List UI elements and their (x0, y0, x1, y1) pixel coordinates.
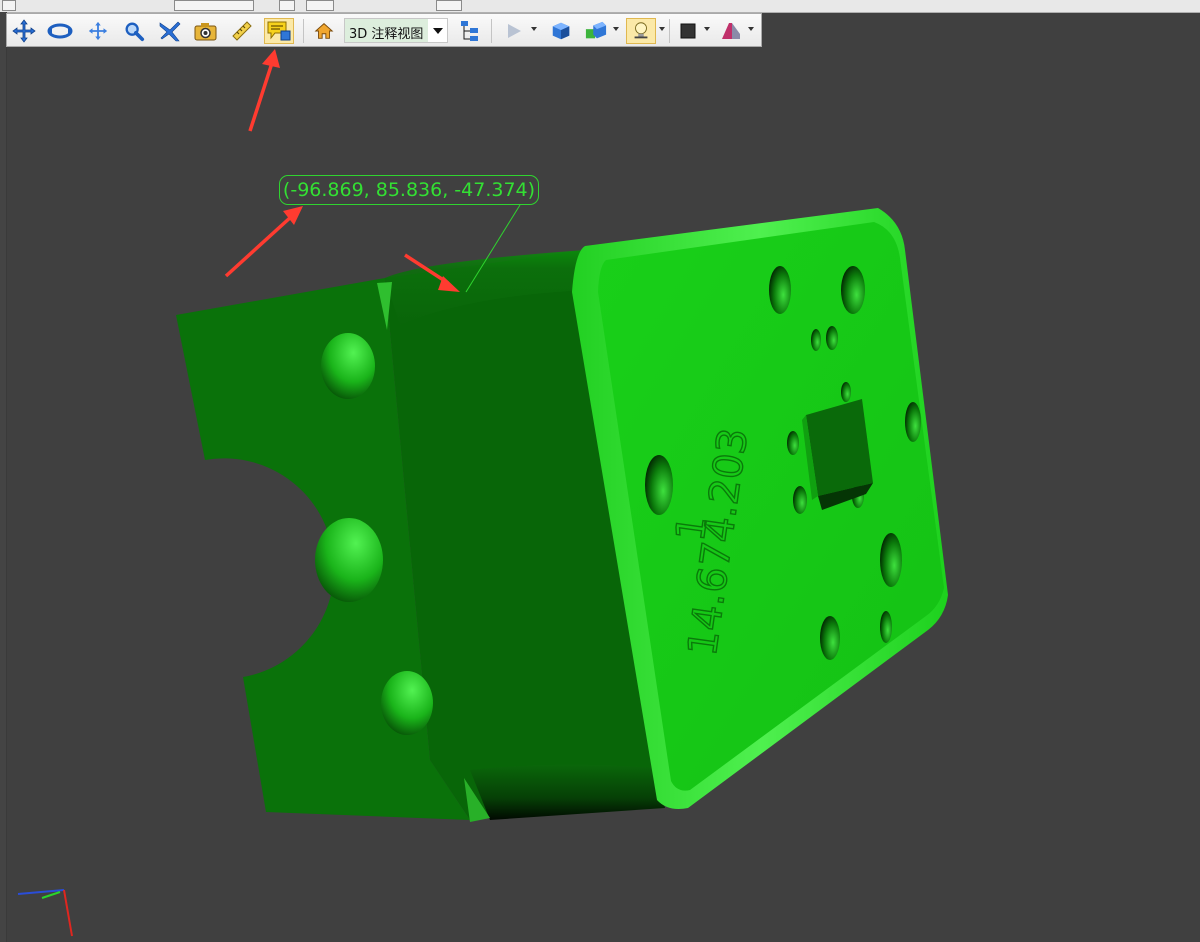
hole (811, 329, 821, 351)
hole (769, 266, 791, 314)
square-pocket (802, 399, 873, 510)
hole (787, 431, 799, 455)
hole (841, 382, 851, 402)
hole (905, 402, 921, 442)
hole (880, 533, 902, 587)
hole (880, 611, 892, 643)
axis-triad (17, 889, 73, 937)
hole (826, 326, 838, 350)
hole (841, 266, 865, 314)
3d-viewport[interactable]: 1 14.674.203 (0, 0, 1200, 942)
hole (820, 616, 840, 660)
hole (321, 333, 375, 399)
coordinate-annotation[interactable]: (-96.869, 85.836, -47.374) (279, 175, 539, 205)
hole (793, 486, 807, 514)
hole (315, 518, 383, 602)
hole (645, 455, 673, 515)
hole (381, 671, 433, 735)
red-arrows (224, 49, 460, 292)
